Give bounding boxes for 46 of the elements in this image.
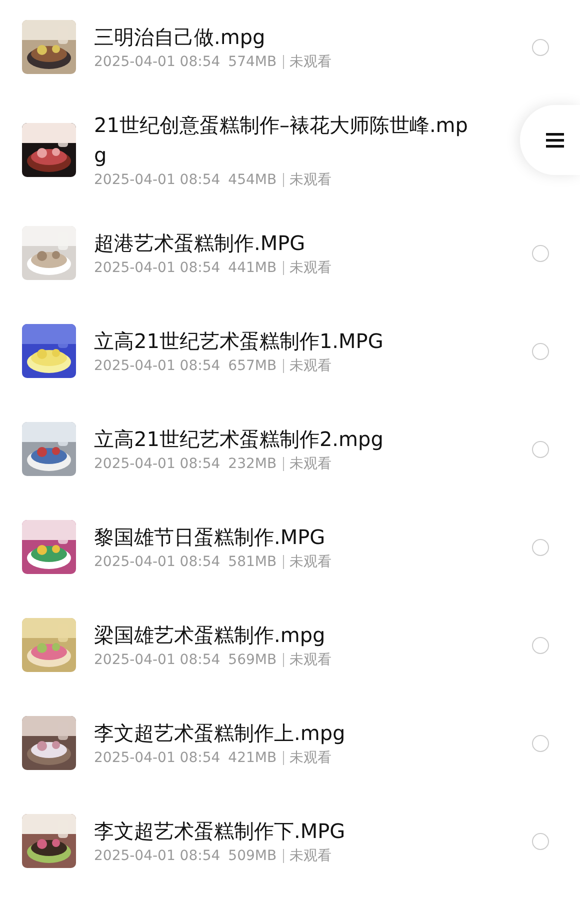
watch-status: 未观看 bbox=[290, 53, 332, 72]
file-date: 2025-04-01 08:54 bbox=[94, 651, 220, 670]
file-size: 454MB bbox=[228, 171, 277, 190]
file-name: 李文超艺术蛋糕制作下.MPG bbox=[94, 818, 346, 845]
select-radio[interactable] bbox=[532, 342, 549, 360]
watch-status: 未观看 bbox=[290, 259, 332, 278]
file-name: 21世纪创意蛋糕制作–裱花大师陈世峰.mpg bbox=[94, 112, 469, 169]
file-date: 2025-04-01 08:54 bbox=[94, 749, 220, 768]
select-radio[interactable] bbox=[532, 440, 549, 458]
file-date: 2025-04-01 08:54 bbox=[94, 847, 220, 866]
file-size: 509MB bbox=[228, 847, 277, 866]
file-name: 梁国雄艺术蛋糕制作.mpg bbox=[94, 622, 326, 649]
file-name: 立高21世纪艺术蛋糕制作2.mpg bbox=[94, 426, 384, 453]
file-name: 黎国雄节日蛋糕制作.MPG bbox=[94, 524, 326, 551]
file-size: 581MB bbox=[228, 553, 277, 572]
file-date: 2025-04-01 08:54 bbox=[94, 259, 220, 278]
file-date: 2025-04-01 08:54 bbox=[94, 455, 220, 474]
watch-status: 未观看 bbox=[290, 847, 332, 866]
file-date: 2025-04-01 08:54 bbox=[94, 53, 220, 72]
file-date: 2025-04-01 08:54 bbox=[94, 357, 220, 376]
menu-button[interactable] bbox=[520, 105, 580, 175]
file-name: 超港艺术蛋糕制作.MPG bbox=[94, 230, 306, 257]
watch-status: 未观看 bbox=[290, 651, 332, 670]
select-radio[interactable] bbox=[532, 832, 549, 850]
watch-status: 未观看 bbox=[290, 171, 332, 190]
file-name: 三明治自己做.mpg bbox=[94, 24, 266, 51]
watch-status: 未观看 bbox=[290, 357, 332, 376]
watch-status: 未观看 bbox=[290, 749, 332, 768]
file-date: 2025-04-01 08:54 bbox=[94, 171, 220, 190]
file-size: 574MB bbox=[228, 53, 277, 72]
select-radio[interactable] bbox=[532, 244, 549, 262]
file-date: 2025-04-01 08:54 bbox=[94, 553, 220, 572]
watch-status: 未观看 bbox=[290, 553, 332, 572]
select-radio[interactable] bbox=[532, 636, 549, 654]
select-radio[interactable] bbox=[532, 538, 549, 556]
file-size: 441MB bbox=[228, 259, 277, 278]
file-size: 569MB bbox=[228, 651, 277, 670]
file-size: 232MB bbox=[228, 455, 277, 474]
watch-status: 未观看 bbox=[290, 455, 332, 474]
file-size: 657MB bbox=[228, 357, 277, 376]
file-size: 421MB bbox=[228, 749, 277, 768]
file-name: 李文超艺术蛋糕制作上.mpg bbox=[94, 720, 346, 747]
select-radio[interactable] bbox=[532, 734, 549, 752]
menu-icon bbox=[546, 132, 564, 148]
file-name: 立高21世纪艺术蛋糕制作1.MPG bbox=[94, 328, 384, 355]
select-radio[interactable] bbox=[532, 38, 549, 56]
